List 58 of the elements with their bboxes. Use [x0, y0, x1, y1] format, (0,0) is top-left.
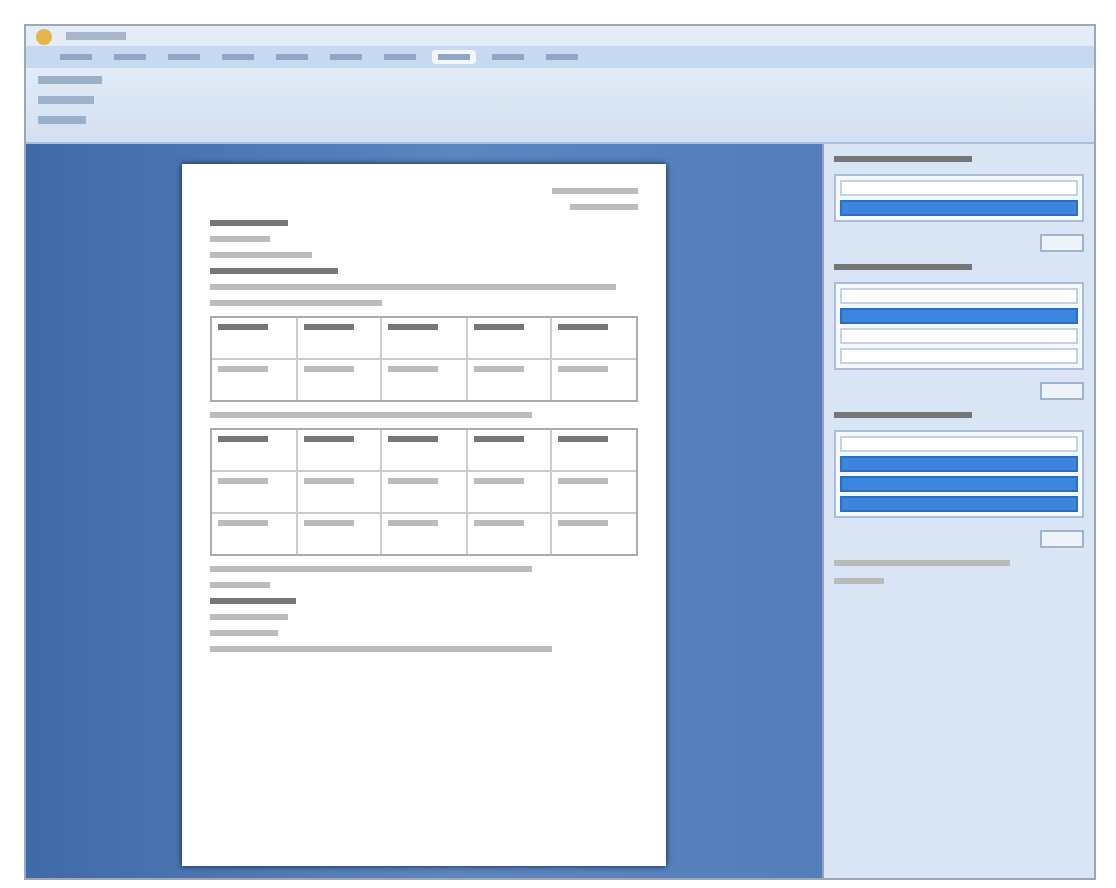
ribbon-tab[interactable] — [270, 50, 314, 64]
text-line — [210, 598, 296, 604]
ribbon-tab[interactable] — [54, 50, 98, 64]
text-line — [303, 478, 353, 484]
ribbon-tab[interactable] — [162, 50, 206, 64]
text-line — [218, 366, 268, 372]
text-line — [210, 630, 279, 636]
text-line — [303, 324, 353, 330]
ribbon-tab[interactable] — [216, 50, 260, 64]
ribbon-tab[interactable] — [486, 50, 530, 64]
text-line — [388, 436, 439, 442]
text-line — [210, 614, 288, 620]
list-row[interactable] — [840, 496, 1078, 512]
text-line — [558, 520, 609, 526]
text-line — [388, 478, 439, 484]
text-line — [473, 520, 524, 526]
list-row[interactable] — [840, 200, 1078, 216]
office-button-icon[interactable] — [34, 27, 54, 45]
text-line — [218, 520, 268, 526]
text-line — [473, 436, 524, 442]
list-row[interactable] — [840, 308, 1078, 324]
text-line — [210, 236, 270, 242]
text-line — [834, 412, 972, 418]
text-line — [388, 366, 439, 372]
text-line — [473, 324, 524, 330]
text-line — [552, 188, 638, 194]
pane-button[interactable] — [1040, 382, 1084, 400]
text-line — [218, 436, 268, 442]
list-row[interactable] — [840, 456, 1078, 472]
text-line — [558, 436, 609, 442]
text-line — [558, 366, 609, 372]
text-line — [569, 204, 638, 210]
ribbon-tab[interactable] — [108, 50, 152, 64]
text-line — [303, 436, 353, 442]
ribbon-tab[interactable] — [432, 50, 476, 64]
text-line — [834, 264, 972, 270]
text-line — [303, 520, 353, 526]
text-line — [210, 268, 339, 274]
text-line — [218, 324, 268, 330]
text-line — [834, 156, 972, 162]
text-line — [210, 220, 288, 226]
ribbon-tab[interactable] — [324, 50, 368, 64]
text-line — [834, 578, 884, 584]
text-line — [558, 478, 609, 484]
text-line — [388, 324, 439, 330]
text-line — [473, 478, 524, 484]
ribbon-tab[interactable] — [378, 50, 422, 64]
text-line — [558, 324, 609, 330]
ribbon-tab[interactable] — [540, 50, 584, 64]
pane-button[interactable] — [1040, 234, 1084, 252]
text-line — [210, 582, 270, 588]
text-line — [218, 478, 268, 484]
text-line — [303, 366, 353, 372]
pane-button[interactable] — [1040, 530, 1084, 548]
text-line — [473, 366, 524, 372]
text-line — [388, 520, 439, 526]
text-line — [210, 252, 313, 258]
list-row[interactable] — [840, 476, 1078, 492]
